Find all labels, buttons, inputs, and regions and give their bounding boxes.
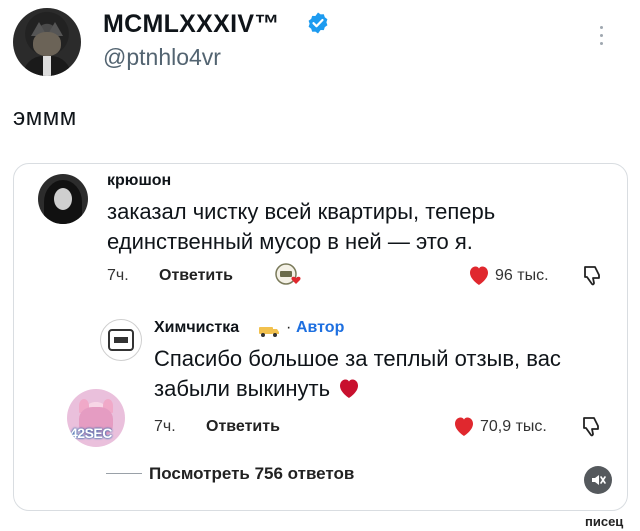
viewer-avatar[interactable]: 42SEC <box>67 389 125 447</box>
avatar-cat-face <box>33 32 61 56</box>
avatar-face <box>54 188 72 210</box>
tweet-author-name[interactable]: MCMLXXXIV™ <box>103 10 280 39</box>
tweet-text: эммм <box>13 104 77 131</box>
thumb-down-icon[interactable] <box>581 264 603 286</box>
tweet-author-avatar[interactable] <box>13 8 81 76</box>
mute-icon <box>592 475 606 485</box>
comment-time: 7ч. <box>107 267 129 284</box>
reply-button[interactable]: Ответить <box>206 418 280 436</box>
replies-divider-line <box>106 473 142 474</box>
view-replies-button[interactable]: Посмотреть 756 ответов <box>149 464 354 484</box>
author-avatar[interactable] <box>100 319 142 361</box>
author-badge: Автор <box>296 319 345 336</box>
like-count: 70,9 тыс. <box>480 418 547 435</box>
comments-screenshot-card: крюшон заказал чистку всей квартиры, теп… <box>13 163 628 511</box>
reply-text: Спасибо большое за теплый отзыв, вас заб… <box>154 344 604 404</box>
reply-button[interactable]: Ответить <box>159 267 233 285</box>
more-vertical-icon[interactable] <box>599 26 605 48</box>
avatar-shirt <box>43 56 51 76</box>
reply-username[interactable]: Химчистка <box>154 319 239 337</box>
laundry-logo <box>108 329 134 351</box>
heart-emoji-icon <box>340 379 359 398</box>
watermark: писец <box>585 514 624 529</box>
like-count: 96 тыс. <box>495 267 549 284</box>
comment-text: заказал чистку всей квартиры, теперь еди… <box>107 199 496 254</box>
mute-button[interactable] <box>584 466 612 494</box>
comment-username[interactable]: крюшон <box>107 172 171 190</box>
commenter-avatar[interactable] <box>38 174 88 224</box>
reply-time: 7ч. <box>154 418 176 435</box>
avatar-label: 42SEC <box>70 425 112 441</box>
separator-dot: · <box>286 319 292 336</box>
creator-heart-sticker-icon <box>275 263 301 285</box>
tweet-author-handle[interactable]: @ptnhlo4vr <box>103 44 221 71</box>
van-emoji-icon <box>259 327 279 337</box>
heart-icon[interactable] <box>452 415 476 437</box>
verified-badge-icon <box>308 12 328 34</box>
heart-icon[interactable] <box>467 264 491 286</box>
thumb-down-icon[interactable] <box>580 415 602 437</box>
